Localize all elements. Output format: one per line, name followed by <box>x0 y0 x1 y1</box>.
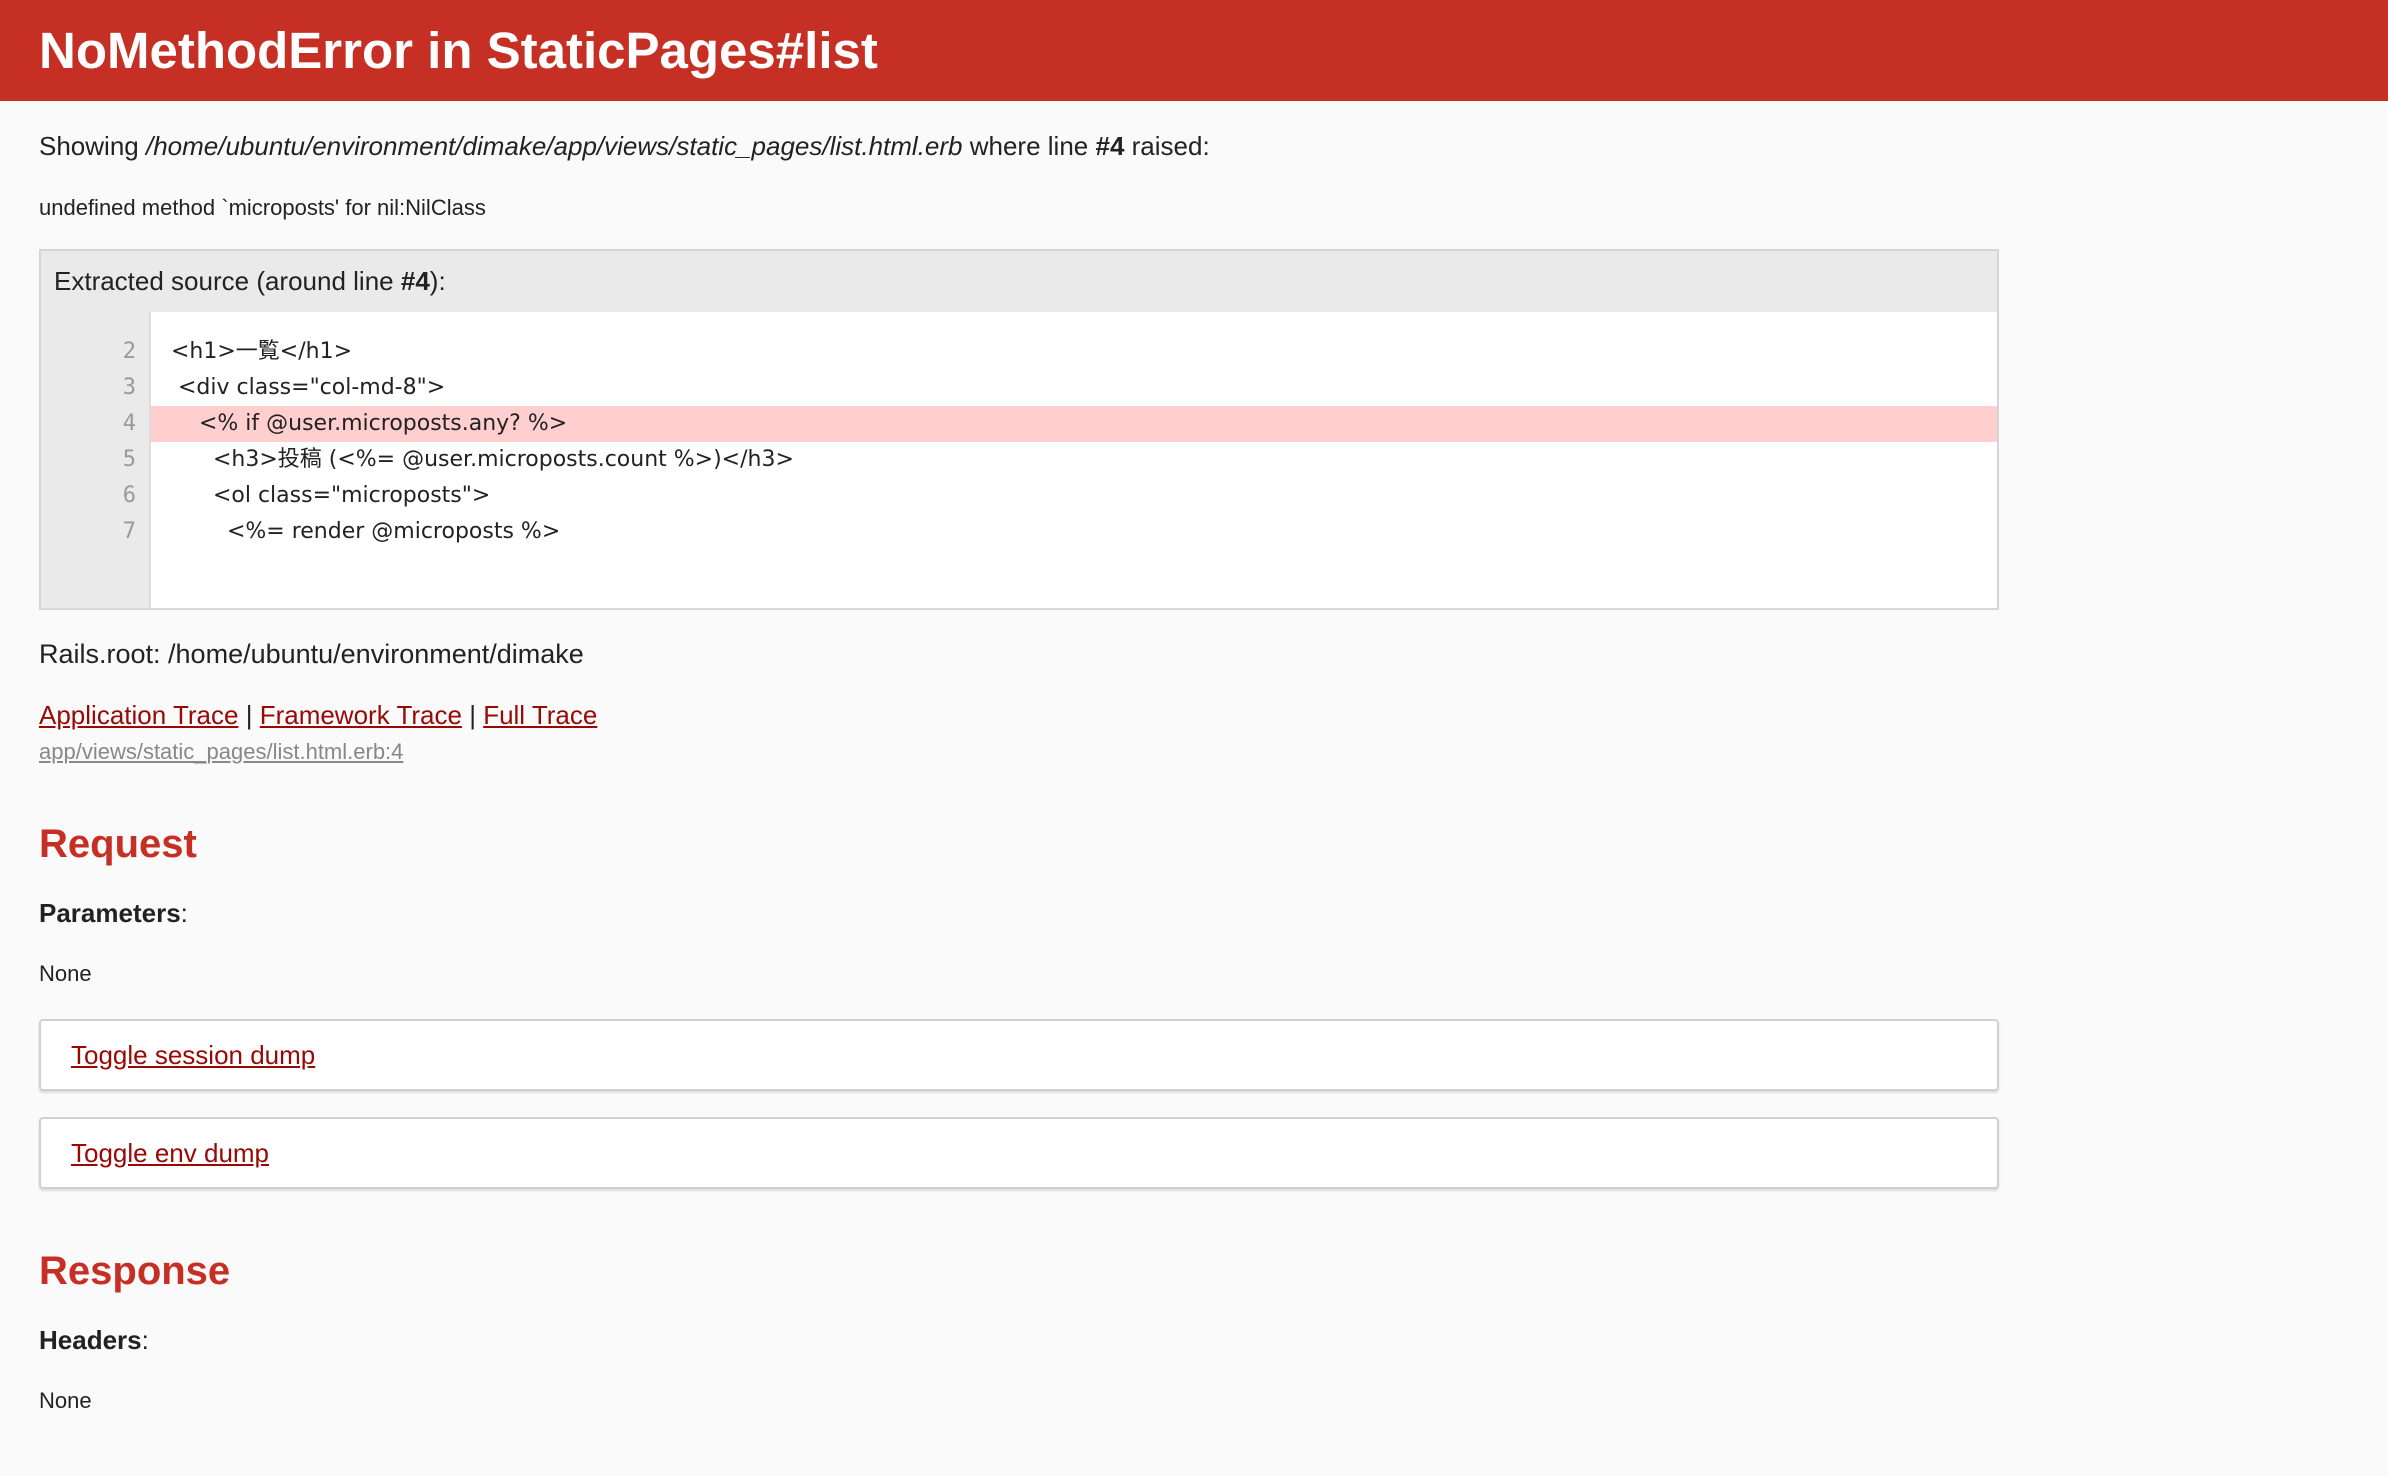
extracted-source: Extracted source (around line #4): 2 3 4 5 6… <box>39 249 1999 610</box>
trace-entry-link[interactable]: app/views/static_pages/list.html.erb:4 <box>39 739 403 764</box>
trace-separator: | <box>469 700 476 730</box>
showing-line: Showing /home/ubuntu/environment/dimake/… <box>39 129 2349 164</box>
highlighted-code-line: <% if @user.microposts.any? %> <box>151 406 1997 442</box>
code-line: <h1>一覧</h1> <box>171 339 353 364</box>
code-line: <h3>投稿 (<%= @user.microposts.count %>)</… <box>171 447 794 472</box>
parameters-label-line: Parameters: <box>39 896 2349 930</box>
source-title-prefix: Extracted source (around line <box>54 266 401 296</box>
error-message: undefined method `microposts' for nil:Ni… <box>39 195 486 220</box>
application-trace-link[interactable]: Application Trace <box>39 700 238 730</box>
env-dump-panel: Toggle env dump <box>39 1117 1999 1189</box>
headers-colon: : <box>141 1325 149 1355</box>
request-heading: Request <box>39 822 197 866</box>
code-line: <%= render @microposts %> <box>171 519 561 544</box>
toggle-env-dump-link[interactable]: Toggle env dump <box>71 1138 269 1169</box>
trace-links: Application Trace | Framework Trace | Fu… <box>39 698 2349 766</box>
rails-root: Rails.root: /home/ubuntu/environment/dim… <box>39 639 584 669</box>
line-number: 3 <box>122 375 136 400</box>
showing-middle: where line <box>962 131 1096 161</box>
template-path: /home/ubuntu/environment/dimake/app/view… <box>145 131 963 161</box>
parameters-label: Parameters <box>39 898 181 928</box>
code-line: <div class="col-md-8"> <box>171 375 446 400</box>
line-number-gutter: 2 3 4 5 6 7 <box>41 312 151 608</box>
framework-trace-link[interactable]: Framework Trace <box>260 700 462 730</box>
error-body: Showing /home/ubuntu/environment/dimake/… <box>0 129 2388 1416</box>
source-title-line: #4 <box>400 266 430 296</box>
error-line-number: #4 <box>1095 131 1125 161</box>
parameters-value: None <box>39 961 92 986</box>
error-header: NoMethodError in StaticPages#list <box>0 0 2388 101</box>
source-code: <h1>一覧</h1> <div class="col-md-8"> <% if… <box>151 312 1997 608</box>
code-line: <ol class="microposts"> <box>171 483 491 508</box>
headers-value: None <box>39 1388 92 1413</box>
extracted-source-title: Extracted source (around line #4): <box>41 251 1997 312</box>
showing-suffix: raised: <box>1124 131 1210 161</box>
line-number: 5 <box>122 447 136 472</box>
source-title-suffix: ): <box>429 266 446 296</box>
page-title: NoMethodError in StaticPages#list <box>39 22 878 79</box>
trace-separator: | <box>245 700 253 730</box>
line-number: 2 <box>122 339 136 364</box>
parameters-colon: : <box>180 898 188 928</box>
line-number: 7 <box>122 519 136 544</box>
trace-entry: app/views/static_pages/list.html.erb:4 <box>39 738 2349 766</box>
full-trace-link[interactable]: Full Trace <box>483 700 597 730</box>
toggle-session-dump-link[interactable]: Toggle session dump <box>71 1040 315 1071</box>
response-heading: Response <box>39 1249 231 1293</box>
session-dump-panel: Toggle session dump <box>39 1019 1999 1091</box>
line-number: 6 <box>122 483 136 508</box>
line-number: 4 <box>122 411 136 436</box>
headers-label-line: Headers: <box>39 1323 2349 1357</box>
headers-label: Headers <box>39 1325 142 1355</box>
showing-prefix: Showing <box>39 131 146 161</box>
source-code-block: 2 3 4 5 6 7 <h1>一覧</h1> <div class="col-md-8"… <box>41 312 1997 608</box>
